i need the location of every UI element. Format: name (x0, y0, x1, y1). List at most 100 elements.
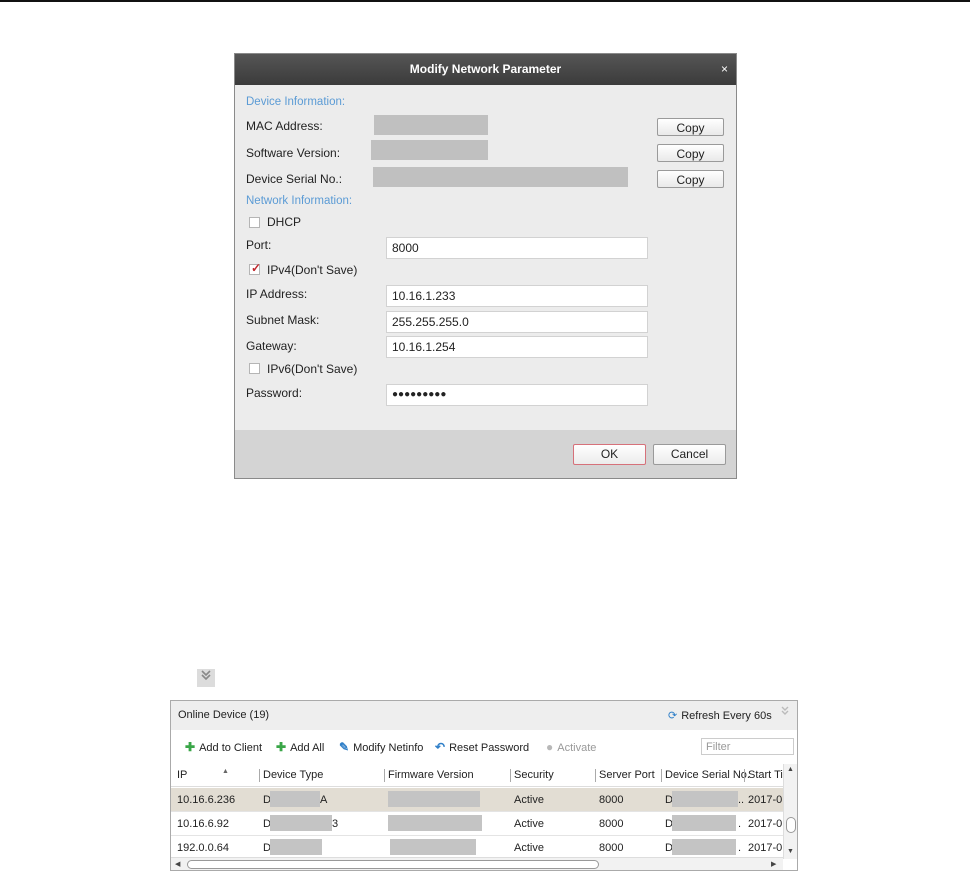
cell-security: Active (514, 842, 544, 854)
column-device-serial[interactable]: Device Serial No. (665, 769, 750, 781)
gateway-input[interactable]: 10.16.1.254 (386, 336, 648, 358)
modify-netinfo-button[interactable]: ✎ Modify Netinfo (339, 740, 423, 754)
redacted-serial (672, 815, 736, 831)
cell-serial-suffix: . (738, 818, 742, 830)
ipv4-label: IPv4(Don't Save) (267, 263, 358, 277)
column-divider (259, 769, 260, 782)
cell-ip: 10.16.6.236 (177, 794, 236, 806)
port-input[interactable]: 8000 (386, 237, 648, 259)
ip-address-label: IP Address: (246, 287, 308, 301)
sort-up-icon: ▲ (222, 768, 229, 775)
software-version-label: Software Version: (246, 146, 341, 160)
mac-address-value (374, 115, 488, 135)
scroll-down-icon[interactable]: ▼ (787, 848, 794, 855)
checkmark-icon: ✓ (251, 261, 262, 275)
cell-security: Active (514, 794, 544, 806)
add-all-button[interactable]: ✚ Add All (276, 740, 324, 754)
copy-mac-button[interactable]: Copy (657, 118, 724, 136)
redacted-serial (672, 791, 738, 807)
ip-address-input[interactable]: 10.16.1.233 (386, 285, 648, 307)
undo-icon: ↶ (435, 740, 446, 754)
dhcp-checkbox[interactable] (249, 217, 260, 228)
plus-icon: ✚ (276, 740, 287, 754)
redacted-serial (672, 839, 736, 855)
column-divider (384, 769, 385, 782)
chevron-double-down-icon[interactable] (197, 669, 215, 687)
close-icon[interactable]: × (721, 54, 728, 85)
edit-icon: ✎ (339, 740, 350, 754)
plus-icon: ✚ (185, 740, 196, 754)
redacted-device-type (270, 839, 322, 855)
redacted-firmware (388, 815, 482, 831)
copy-software-button[interactable]: Copy (657, 144, 724, 162)
subnet-mask-input[interactable]: 255.255.255.0 (386, 311, 648, 333)
ipv4-checkbox[interactable]: ✓ (249, 261, 262, 275)
lightbulb-icon: ● (546, 740, 554, 754)
collapse-icon[interactable] (781, 706, 789, 719)
redacted-device-type (270, 815, 332, 831)
cell-server-port: 8000 (599, 818, 624, 830)
cell-device-type-suffix: 3 (332, 818, 339, 830)
filter-input[interactable] (701, 738, 794, 755)
refresh-icon: ⟳ (668, 710, 678, 722)
cancel-button[interactable]: Cancel (653, 444, 726, 465)
subnet-mask-label: Subnet Mask: (246, 313, 320, 327)
cell-serial-suffix: .. (738, 794, 745, 806)
modify-network-dialog: Modify Network Parameter × Device Inform… (234, 53, 737, 479)
activate-button[interactable]: ● Activate (546, 740, 596, 754)
scroll-up-icon[interactable]: ▲ (787, 766, 794, 773)
ipv6-label: IPv6(Don't Save) (267, 362, 358, 376)
chevron-double-down-svg (201, 670, 211, 681)
column-device-type[interactable]: Device Type (263, 769, 323, 781)
refresh-label: Refresh Every 60s (681, 710, 772, 722)
reset-password-button[interactable]: ↶ Reset Password (435, 740, 529, 754)
password-input[interactable]: ●●●●●●●●● (386, 384, 648, 406)
online-device-title: Online Device (19) (178, 709, 270, 721)
top-divider-line (0, 0, 970, 2)
gateway-label: Gateway: (246, 339, 297, 353)
panel-header: Online Device (19) ⟳ Refresh Every 60s (171, 701, 797, 730)
cell-ip: 192.0.0.64 (177, 842, 229, 854)
column-divider (510, 769, 511, 782)
dialog-title: Modify Network Parameter (235, 54, 736, 85)
network-information-heading: Network Information: (246, 195, 353, 207)
column-ip[interactable]: IP ▲ (177, 768, 229, 781)
scroll-left-icon[interactable]: ◀ (175, 860, 180, 868)
scroll-right-icon[interactable]: ▶ (771, 860, 776, 868)
column-security[interactable]: Security (514, 769, 554, 781)
table-header: IP ▲ Device Type Firmware Version Securit… (171, 764, 787, 787)
redacted-firmware (388, 791, 480, 807)
column-divider (744, 769, 745, 782)
redacted-device-type (270, 791, 320, 807)
dhcp-label: DHCP (267, 215, 302, 229)
cell-security: Active (514, 818, 544, 830)
add-to-client-button[interactable]: ✚ Add to Client (185, 740, 262, 754)
vertical-scrollbar[interactable]: ▲ ▼ (783, 764, 797, 859)
table-row[interactable]: 10.16.6.92 D 3 Active 8000 D . 2017-01 (171, 812, 788, 836)
horizontal-scrollbar[interactable]: ◀ ▶ (171, 857, 783, 870)
column-divider (595, 769, 596, 782)
serial-number-label: Device Serial No.: (246, 172, 343, 186)
cell-ip: 10.16.6.92 (177, 818, 229, 830)
column-firmware-version[interactable]: Firmware Version (388, 769, 474, 781)
activate-label: Activate (557, 742, 597, 754)
ok-button[interactable]: OK (573, 444, 646, 465)
horizontal-scroll-thumb[interactable] (187, 860, 599, 869)
port-label: Port: (246, 238, 272, 252)
reset-password-label: Reset Password (449, 742, 530, 754)
refresh-button[interactable]: ⟳ Refresh Every 60s (668, 709, 772, 722)
copy-serial-button[interactable]: Copy (657, 170, 724, 188)
column-server-port[interactable]: Server Port (599, 769, 655, 781)
vertical-scroll-thumb[interactable] (786, 817, 796, 833)
ipv6-checkbox[interactable] (249, 363, 260, 374)
column-divider (661, 769, 662, 782)
table-row[interactable]: 10.16.6.236 D A Active 8000 D .. 2017-01 (171, 788, 788, 812)
password-label: Password: (246, 386, 303, 400)
software-version-value (371, 140, 488, 160)
device-information-heading: Device Information: (246, 96, 346, 108)
column-start-time[interactable]: Start Tir (748, 769, 787, 781)
cell-server-port: 8000 (599, 794, 624, 806)
cell-device-type-suffix: A (320, 794, 328, 806)
redacted-firmware (390, 839, 476, 855)
mac-address-label: MAC Address: (246, 119, 323, 133)
